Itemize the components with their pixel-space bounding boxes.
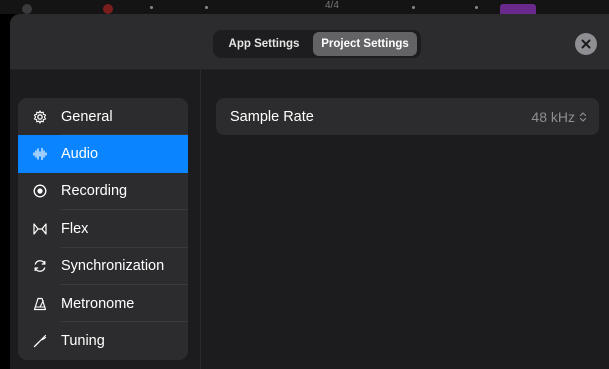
- sidebar-item-metronome[interactable]: Metronome: [18, 285, 188, 323]
- tab-project-settings[interactable]: Project Settings: [313, 32, 417, 56]
- metronome-icon: [33, 297, 47, 311]
- sample-rate-picker[interactable]: 48 kHz: [531, 109, 587, 125]
- sample-rate-row[interactable]: Sample Rate 48 kHz: [216, 98, 599, 135]
- time-signature: 4/4: [325, 0, 339, 11]
- chevron-up-down-icon: [579, 111, 587, 122]
- sidebar-item-label: Recording: [61, 183, 128, 200]
- sync-icon: [33, 259, 47, 273]
- control-dot: [412, 6, 415, 9]
- background-control-bar: 4/4: [0, 0, 609, 14]
- sidebar-pane: General Audio Recording Flex Synchroniza…: [10, 70, 201, 369]
- close-icon: [581, 39, 591, 49]
- tuning-fork-icon: [33, 334, 47, 348]
- settings-segmented-control: App Settings Project Settings: [213, 30, 421, 58]
- sidebar-item-label: Synchronization: [61, 258, 165, 275]
- sidebar-item-label: General: [61, 108, 113, 125]
- sidebar-item-label: Flex: [61, 220, 89, 237]
- record-dot: [103, 4, 113, 14]
- tab-app-settings[interactable]: App Settings: [215, 32, 313, 56]
- close-button[interactable]: [575, 33, 597, 55]
- sidebar-item-tuning[interactable]: Tuning: [18, 322, 188, 359]
- sidebar: General Audio Recording Flex Synchroniza…: [18, 98, 188, 360]
- sidebar-item-label: Audio: [61, 146, 99, 163]
- sidebar-item-general[interactable]: General: [18, 98, 188, 136]
- modal-header: App Settings Project Settings: [10, 14, 609, 70]
- background-pill: [500, 4, 536, 14]
- sidebar-item-label: Metronome: [61, 295, 135, 312]
- control-dot: [22, 4, 32, 14]
- sidebar-item-audio[interactable]: Audio: [18, 135, 188, 173]
- sample-rate-label: Sample Rate: [230, 108, 314, 125]
- sidebar-item-flex[interactable]: Flex: [18, 210, 188, 248]
- sidebar-item-label: Tuning: [61, 333, 105, 350]
- control-dot: [205, 6, 208, 9]
- control-dot: [475, 6, 478, 9]
- sample-rate-value: 48 kHz: [531, 108, 575, 125]
- record-icon: [33, 184, 47, 198]
- settings-modal: App Settings Project Settings General Au…: [10, 14, 609, 369]
- control-dot: [150, 6, 153, 9]
- settings-content: Sample Rate 48 kHz: [202, 70, 609, 369]
- sidebar-item-recording[interactable]: Recording: [18, 173, 188, 211]
- sidebar-item-synchronization[interactable]: Synchronization: [18, 248, 188, 285]
- flex-icon: [33, 222, 47, 236]
- waveform-icon: [33, 147, 47, 161]
- gear-icon: [33, 110, 47, 124]
